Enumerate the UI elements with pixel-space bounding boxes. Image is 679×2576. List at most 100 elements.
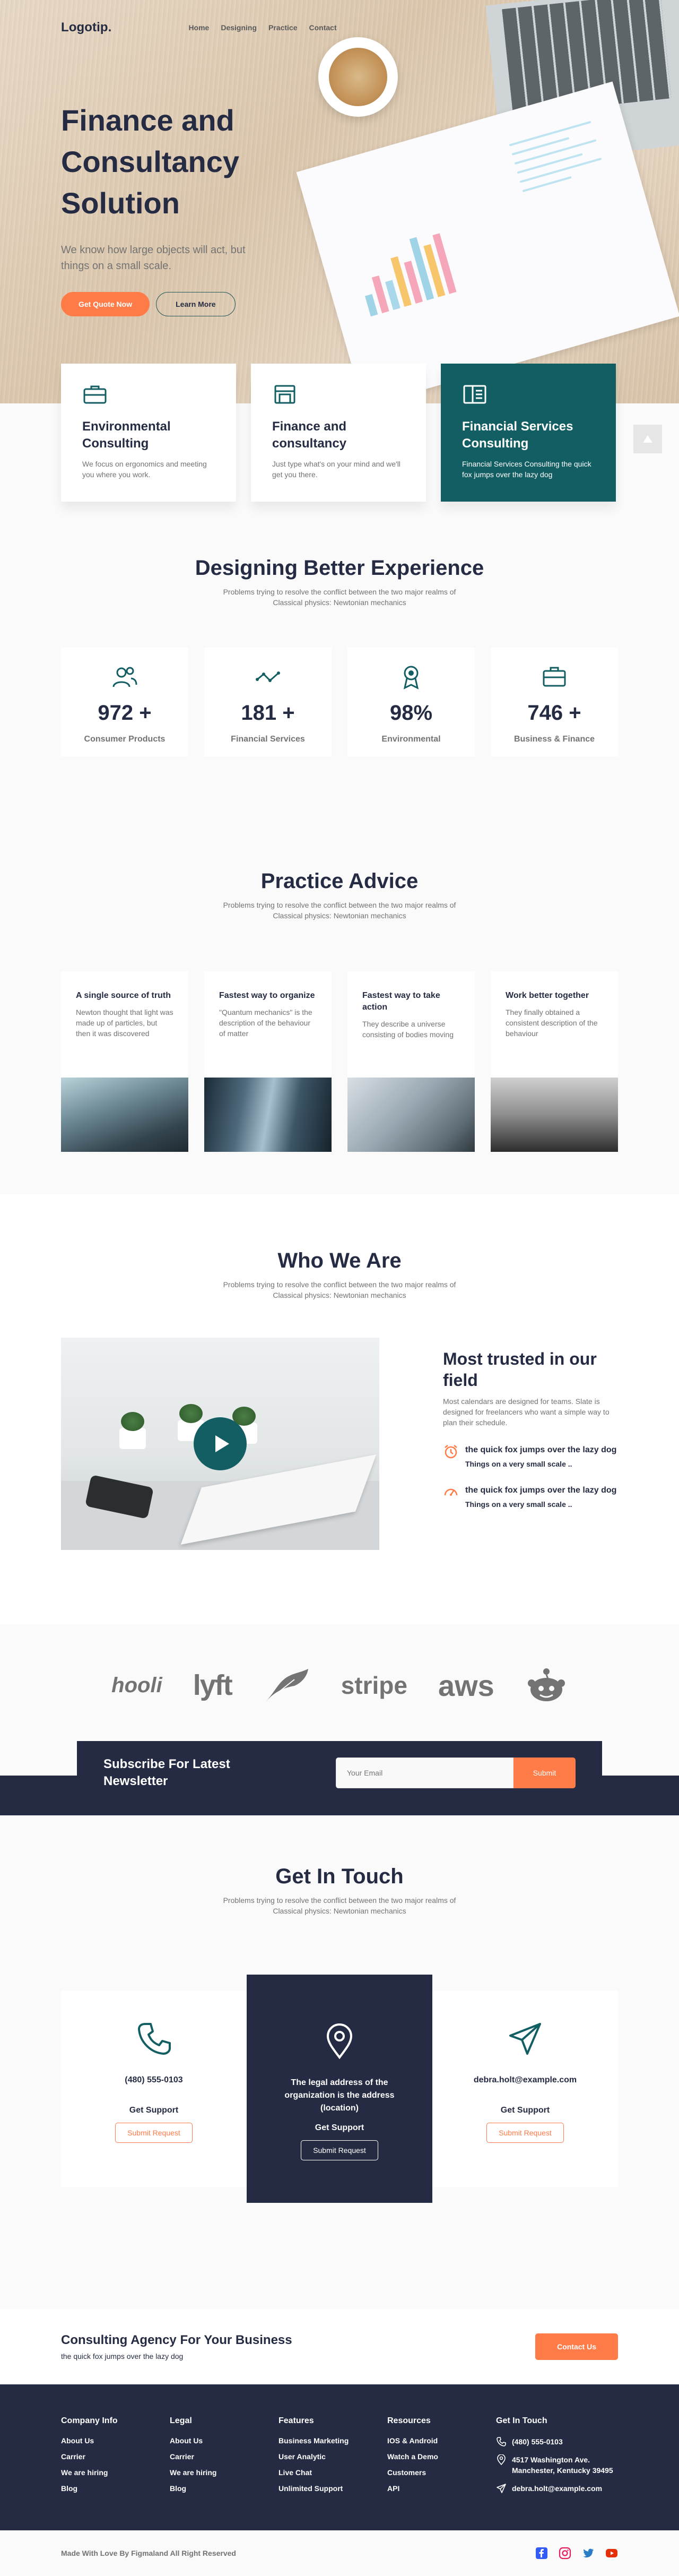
learn-more-button[interactable]: Learn More bbox=[156, 292, 236, 316]
contact-label: Get Support bbox=[315, 2123, 364, 2132]
practice-section: Practice Advice Problems trying to resol… bbox=[0, 868, 679, 1152]
hooli-logo: hooli bbox=[111, 1673, 162, 1697]
chevron-up-icon bbox=[643, 435, 652, 443]
book-icon bbox=[463, 385, 486, 404]
footer-link[interactable]: IOS & Android bbox=[387, 2436, 496, 2445]
phone-icon bbox=[497, 2437, 506, 2446]
footer-link[interactable]: User Analytic bbox=[278, 2452, 387, 2461]
feature-card[interactable]: Environmental Consulting We focus on erg… bbox=[61, 364, 236, 502]
footer-link[interactable]: Blog bbox=[170, 2484, 278, 2493]
briefcase-icon bbox=[543, 667, 566, 687]
footer-email-text: debra.holt@example.com bbox=[512, 2484, 603, 2493]
newsletter-submit-button[interactable]: Submit bbox=[513, 1757, 576, 1788]
submit-request-button[interactable]: Submit Request bbox=[115, 2123, 193, 2143]
stat-value: 98% bbox=[389, 701, 433, 725]
who-item: the quick fox jumps over the lazy dog Th… bbox=[443, 1484, 623, 1509]
footer-link[interactable]: Carrier bbox=[170, 2452, 278, 2461]
footer-link[interactable]: We are hiring bbox=[170, 2468, 278, 2477]
contact-us-button[interactable]: Contact Us bbox=[535, 2333, 618, 2360]
newsletter-email-input[interactable] bbox=[336, 1757, 513, 1788]
footer-link[interactable]: API bbox=[387, 2484, 496, 2493]
stat-card: 98% Environmental bbox=[347, 648, 475, 756]
logo[interactable]: Logotip. bbox=[61, 20, 111, 35]
youtube-icon[interactable] bbox=[605, 2547, 618, 2560]
skyscrapers-photo bbox=[204, 1078, 332, 1152]
practice-text: Newton thought that light was made up of… bbox=[76, 1008, 173, 1038]
office-photo bbox=[61, 1078, 188, 1152]
newsletter-box: Subscribe For Latest Newsletter Submit bbox=[77, 1741, 602, 1805]
submit-request-button[interactable]: Submit Request bbox=[301, 2140, 378, 2160]
newsletter-form: Submit bbox=[336, 1757, 576, 1788]
feature-title: Financial Services Consulting bbox=[462, 419, 573, 451]
footer-phone[interactable]: (480) 555-0103 bbox=[496, 2436, 618, 2447]
reddit-logo bbox=[527, 1668, 565, 1701]
footer-link[interactable]: Watch a Demo bbox=[387, 2452, 496, 2461]
location-pin-icon bbox=[326, 2023, 353, 2060]
stat-card: 972 + Consumer Products bbox=[61, 648, 188, 756]
section-subtitle: Problems trying to resolve the conflict … bbox=[223, 901, 456, 920]
award-icon bbox=[403, 666, 419, 690]
copyright-text: Made With Love By Figmaland All Right Re… bbox=[61, 2549, 236, 2557]
laptop-meeting-photo bbox=[347, 1078, 475, 1152]
nav-link-practice[interactable]: Practice bbox=[268, 23, 297, 32]
play-button[interactable] bbox=[194, 1417, 247, 1470]
twitter-icon[interactable] bbox=[582, 2547, 595, 2560]
instagram-icon[interactable] bbox=[559, 2547, 571, 2560]
footer-column: Legal About Us Carrier We are hiring Blo… bbox=[170, 2416, 278, 2501]
section-subtitle: Problems trying to resolve the conflict … bbox=[223, 588, 456, 607]
practice-title: A single source of truth bbox=[76, 991, 171, 1000]
who-description: Most calendars are designed for teams. S… bbox=[443, 1397, 610, 1427]
contact-section: Get In Touch Problems trying to resolve … bbox=[0, 1805, 679, 2309]
footer-heading: Resources bbox=[387, 2416, 431, 2425]
nav-link-home[interactable]: Home bbox=[188, 23, 209, 32]
feature-text: Financial Services Consulting the quick … bbox=[462, 460, 591, 479]
who-item-title: the quick fox jumps over the lazy dog bbox=[465, 1445, 617, 1454]
footer-link[interactable]: Blog bbox=[61, 2484, 170, 2493]
practice-card[interactable]: Fastest way to take action They describe… bbox=[347, 971, 475, 1152]
feature-text: We focus on ergonomics and meeting you w… bbox=[82, 460, 207, 479]
practice-card[interactable]: Work better together They finally obtain… bbox=[491, 971, 618, 1152]
footer-heading: Features bbox=[278, 2416, 314, 2425]
practice-card[interactable]: Fastest way to organize "Quantum mechani… bbox=[204, 971, 332, 1152]
scroll-to-top-button[interactable] bbox=[633, 425, 662, 453]
practice-list: A single source of truth Newton thought … bbox=[0, 971, 679, 1152]
stat-card: 181 + Financial Services bbox=[204, 648, 332, 756]
stat-value: 746 + bbox=[527, 701, 581, 725]
contact-phone: (480) 555-0103 bbox=[125, 2075, 183, 2084]
footer-heading: Company Info bbox=[61, 2416, 118, 2425]
newsletter-title: Subscribe For Latest Newsletter bbox=[103, 1757, 230, 1788]
feature-card[interactable]: Financial Services Consulting Financial … bbox=[441, 364, 616, 502]
who-heading: Most trusted in our field bbox=[443, 1349, 597, 1390]
send-icon bbox=[509, 2023, 541, 2055]
nav-link-contact[interactable]: Contact bbox=[309, 23, 337, 32]
footer-link[interactable]: Unlimited Support bbox=[278, 2484, 387, 2493]
footer-link[interactable]: We are hiring bbox=[61, 2468, 170, 2477]
brand-logos: hooli lyft stripe aws bbox=[0, 1661, 679, 1709]
nav-link-designing[interactable]: Designing bbox=[221, 23, 257, 32]
stat-label: Business & Finance bbox=[513, 735, 595, 744]
stat-label: Consumer Products bbox=[84, 735, 166, 744]
practice-card[interactable]: A single source of truth Newton thought … bbox=[61, 971, 188, 1152]
footer-link[interactable]: About Us bbox=[170, 2436, 278, 2445]
newsletter-band: Subscribe For Latest Newsletter Submit bbox=[0, 1741, 679, 1815]
footer-link[interactable]: Live Chat bbox=[278, 2468, 387, 2477]
nav-links: Home Designing Practice Contact bbox=[188, 23, 336, 32]
feature-title: Finance and consultancy bbox=[272, 419, 347, 451]
footer-link[interactable]: Customers bbox=[387, 2468, 496, 2477]
cta-title: Consulting Agency For Your Business bbox=[61, 2333, 292, 2347]
get-quote-button[interactable]: Get Quote Now bbox=[61, 292, 150, 316]
submit-request-button[interactable]: Submit Request bbox=[486, 2123, 564, 2143]
phone-icon bbox=[138, 2023, 171, 2055]
footer-link[interactable]: Business Marketing bbox=[278, 2436, 387, 2445]
footer-email[interactable]: debra.holt@example.com bbox=[496, 2483, 618, 2494]
footer-link[interactable]: About Us bbox=[61, 2436, 170, 2445]
footer-link[interactable]: Carrier bbox=[61, 2452, 170, 2461]
stripe-logo: stripe bbox=[341, 1672, 407, 1699]
who-item-text: Things on a very small scale .. bbox=[465, 1500, 572, 1509]
contact-email: debra.holt@example.com bbox=[473, 2075, 577, 2084]
footer-heading: Legal bbox=[170, 2416, 192, 2425]
facebook-icon[interactable] bbox=[535, 2547, 548, 2560]
feature-card[interactable]: Finance and consultancy Just type what's… bbox=[251, 364, 426, 502]
video-thumbnail[interactable] bbox=[61, 1338, 379, 1550]
section-title: Who We Are bbox=[277, 1249, 402, 1272]
